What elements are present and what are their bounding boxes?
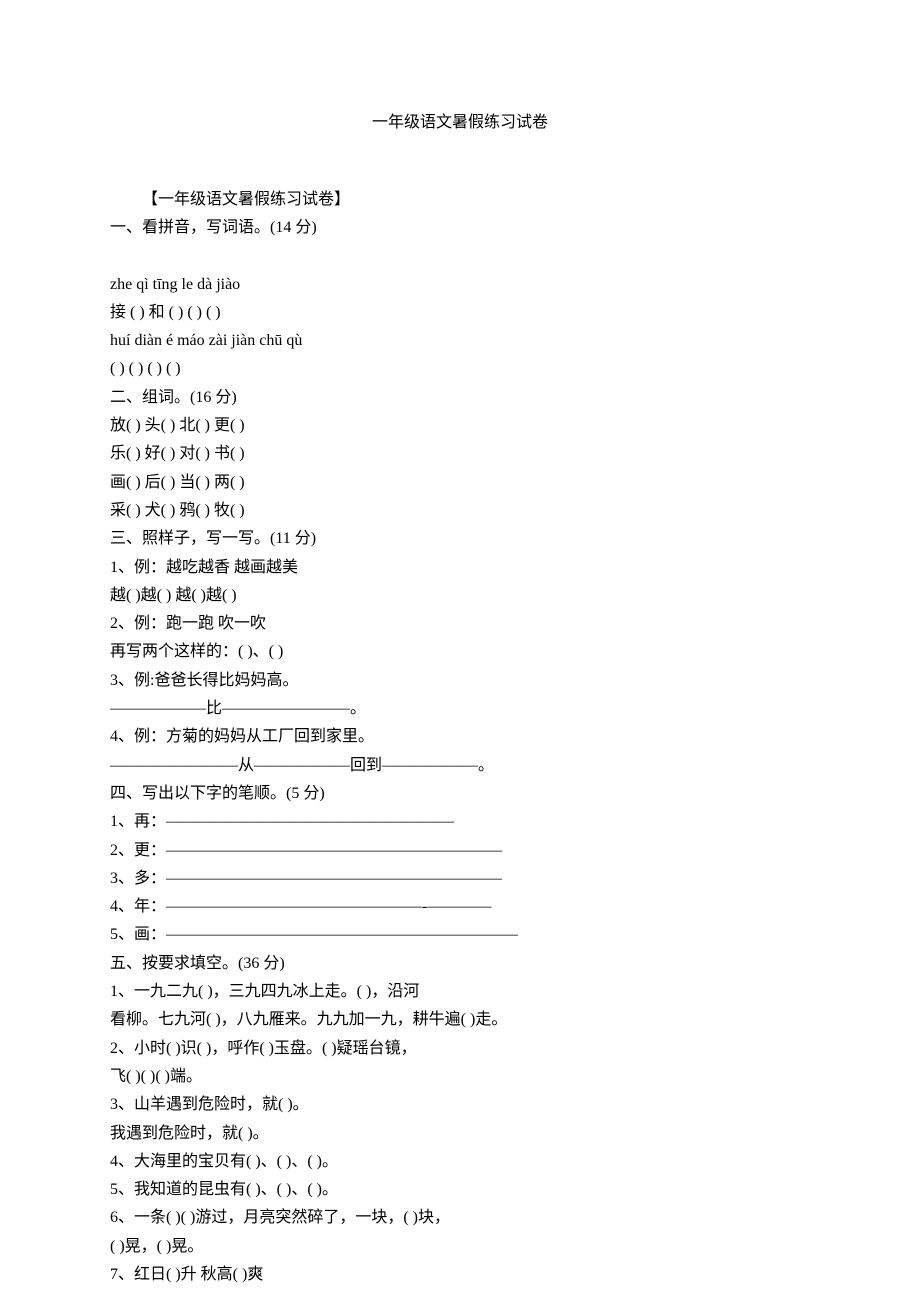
text-line: ————————从——————回到——————。: [110, 752, 810, 780]
text-line: 三、照样子，写一写。(11 分): [110, 525, 810, 553]
text-line: 采( ) 犬( ) 鸦( ) 牧( ): [110, 497, 810, 525]
text-line: 四、写出以下字的笔顺。(5 分): [110, 780, 810, 808]
text-line: 4、大海里的宝贝有( )、( )、( )。: [110, 1148, 810, 1176]
text-line: 3、山羊遇到危险时，就( )。: [110, 1091, 810, 1119]
text-line: [110, 243, 810, 271]
text-line: 五、按要求填空。(36 分): [110, 950, 810, 978]
text-line: 飞( )( )( )端。: [110, 1063, 810, 1091]
text-line: 【一年级语文暑假练习试卷】: [110, 186, 810, 214]
text-line: huí diàn é máo zài jiàn chū qù: [110, 327, 810, 355]
text-line: 5、我知道的昆虫有( )、( )、( )。: [110, 1176, 810, 1204]
text-line: 画( ) 后( ) 当( ) 两( ): [110, 469, 810, 497]
text-line: 5、画：——————————————————————: [110, 921, 810, 949]
text-line: 3、例:爸爸长得比妈妈高。: [110, 667, 810, 695]
text-line: ( ) ( ) ( ) ( ): [110, 355, 810, 383]
text-line: 4、例：方菊的妈妈从工厂回到家里。: [110, 723, 810, 751]
text-line: 放( ) 头( ) 北( ) 更( ): [110, 412, 810, 440]
text-line: 再写两个这样的：( )、( ): [110, 638, 810, 666]
text-line: 越( )越( ) 越( )越( ): [110, 582, 810, 610]
text-line: 乐( ) 好( ) 对( ) 书( ): [110, 440, 810, 468]
text-line: 7、红日( )升 秋高( )爽: [110, 1261, 810, 1289]
text-line: 看柳。七九河( )，八九雁来。九九加一九，耕牛遍( )走。: [110, 1006, 810, 1034]
text-line: 6、一条( )( )游过，月亮突然碎了，一块，( )块，: [110, 1204, 810, 1232]
text-line: ( )晃，( )晃。: [110, 1233, 810, 1261]
text-line: 4、年：————————————————-————: [110, 893, 810, 921]
document-title: 一年级语文暑假练习试卷: [110, 108, 810, 132]
text-line: 二、组词。(16 分): [110, 384, 810, 412]
text-line: 2、小时( )识( )，呼作( )玉盘。( )疑瑶台镜，: [110, 1035, 810, 1063]
text-line: 我遇到危险时，就( )。: [110, 1120, 810, 1148]
text-line: 1、一九二九( )，三九四九冰上走。( )，沿河: [110, 978, 810, 1006]
text-line: 3、多：—————————————————————: [110, 865, 810, 893]
text-line: 1、再：——————————————————: [110, 808, 810, 836]
text-line: 2、更：—————————————————————: [110, 837, 810, 865]
document-body: 【一年级语文暑假练习试卷】一、看拼音，写词语。(14 分) zhe qì tīng…: [110, 186, 810, 1289]
text-line: 2、例：跑一跑 吹一吹: [110, 610, 810, 638]
text-line: zhe qì tīng le dà jiào: [110, 271, 810, 299]
text-line: 接 ( ) 和 ( ) ( ) ( ): [110, 299, 810, 327]
text-line: 一、看拼音，写词语。(14 分): [110, 214, 810, 242]
text-line: 1、例：越吃越香 越画越美: [110, 554, 810, 582]
text-line: ——————比————————。: [110, 695, 810, 723]
